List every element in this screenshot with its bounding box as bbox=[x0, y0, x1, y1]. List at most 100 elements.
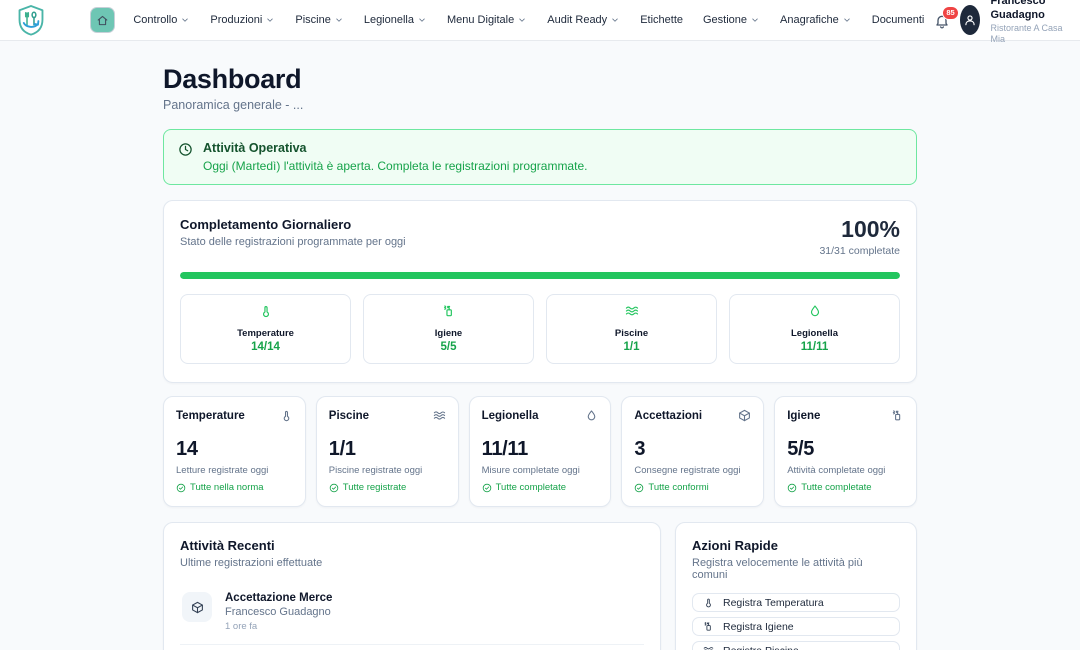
progress-fill bbox=[180, 272, 900, 279]
stat-caption: Attività completate oggi bbox=[787, 465, 904, 476]
stat-status: Tutte registrate bbox=[329, 482, 446, 493]
package-icon bbox=[738, 409, 751, 422]
home-button[interactable] bbox=[90, 7, 115, 33]
nav-item-produzioni[interactable]: Produzioni bbox=[200, 14, 285, 26]
completion-cell-label: Piscine bbox=[553, 328, 710, 339]
stat-status-label: Tutte conformi bbox=[648, 482, 708, 493]
stat-status: Tutte conformi bbox=[634, 482, 751, 493]
stat-header: Legionella bbox=[482, 409, 599, 422]
stat-value: 3 bbox=[634, 438, 751, 461]
stat-caption: Consegne registrate oggi bbox=[634, 465, 751, 476]
activity-time: 1 ore fa bbox=[225, 621, 332, 632]
spray-bottle-icon bbox=[891, 409, 904, 422]
check-circle-icon bbox=[634, 483, 644, 493]
completion-grid: Temperature 14/14 Igiene 5/5 Piscine 1/1… bbox=[180, 294, 900, 364]
quick-action-registra-igiene[interactable]: Registra Igiene bbox=[692, 617, 900, 636]
chevron-down-icon bbox=[517, 15, 527, 25]
stat-title: Piscine bbox=[329, 410, 369, 422]
stat-card-legionella[interactable]: Legionella 11/11 Misure completate oggi … bbox=[469, 396, 612, 507]
activity-item[interactable]: Accettazione Merce Francesco Guadagno 1 … bbox=[180, 582, 644, 645]
stat-status: Tutte nella norma bbox=[176, 482, 293, 493]
stat-title: Igiene bbox=[787, 410, 820, 422]
nav-item-label: Controllo bbox=[133, 14, 177, 26]
thermometer-icon bbox=[280, 409, 293, 422]
nav-item-menu-digitale[interactable]: Menu Digitale bbox=[437, 14, 537, 26]
nav-item-label: Menu Digitale bbox=[447, 14, 514, 26]
notifications-button[interactable]: 85 bbox=[934, 11, 950, 29]
check-circle-icon bbox=[482, 483, 492, 493]
stat-header: Piscine bbox=[329, 409, 446, 422]
check-circle-icon bbox=[787, 483, 797, 493]
user-organization: Ristorante A Casa Mia bbox=[990, 23, 1066, 46]
thermometer-icon bbox=[703, 597, 714, 608]
nav-item-legionella[interactable]: Legionella bbox=[354, 14, 437, 26]
quick-action-registra-temperatura[interactable]: Registra Temperatura bbox=[692, 593, 900, 612]
nav-item-piscine[interactable]: Piscine bbox=[285, 14, 353, 26]
nav-item-documenti[interactable]: Documenti bbox=[862, 14, 935, 26]
nav-item-etichette[interactable]: Etichette bbox=[630, 14, 693, 26]
nav-item-gestione[interactable]: Gestione bbox=[693, 14, 770, 26]
home-icon bbox=[96, 14, 109, 27]
page-title: Dashboard bbox=[163, 64, 917, 95]
droplet-icon bbox=[808, 304, 822, 318]
stat-status-label: Tutte nella norma bbox=[190, 482, 264, 493]
stat-title: Temperature bbox=[176, 410, 245, 422]
completion-cell-label: Temperature bbox=[187, 328, 344, 339]
alert-text: Attività Operativa Oggi (Martedì) l'atti… bbox=[203, 141, 587, 173]
quick-action-label: Registra Piscina bbox=[723, 645, 799, 650]
completion-header: Completamento Giornaliero Stato delle re… bbox=[180, 217, 900, 257]
stat-status: Tutte completate bbox=[787, 482, 904, 493]
completion-cell-value: 5/5 bbox=[370, 341, 527, 353]
page-subtitle: Panoramica generale - ... bbox=[163, 98, 917, 112]
stat-card-piscine[interactable]: Piscine 1/1 Piscine registrate oggi Tutt… bbox=[316, 396, 459, 507]
activity-item[interactable]: Registrazione Temperatura Francesco Guad… bbox=[180, 645, 644, 650]
recent-activity-subtitle: Ultime registrazioni effettuate bbox=[180, 557, 644, 569]
stat-status-label: Tutte completate bbox=[496, 482, 566, 493]
alert-message: Oggi (Martedì) l'attività è aperta. Comp… bbox=[203, 159, 587, 173]
completion-percent: 100% bbox=[819, 217, 900, 242]
nav-item-controllo[interactable]: Controllo bbox=[123, 14, 200, 26]
nav-item-label: Piscine bbox=[295, 14, 330, 26]
chevron-down-icon bbox=[417, 15, 427, 25]
completion-cell-legionella[interactable]: Legionella 11/11 bbox=[729, 294, 900, 364]
operational-alert: Attività Operativa Oggi (Martedì) l'atti… bbox=[163, 129, 917, 185]
completion-subtitle: Stato delle registrazioni programmate pe… bbox=[180, 236, 406, 248]
user-info[interactable]: Francesco Guadagno Ristorante A Casa Mia bbox=[990, 0, 1066, 45]
clock-icon bbox=[178, 142, 193, 157]
stat-header: Igiene bbox=[787, 409, 904, 422]
activity-icon-box bbox=[182, 592, 212, 622]
thermometer-icon bbox=[259, 304, 273, 318]
stat-header: Accettazioni bbox=[634, 409, 751, 422]
nav-item-anagrafiche[interactable]: Anagrafiche bbox=[770, 14, 862, 26]
alert-title: Attività Operativa bbox=[203, 141, 587, 155]
quick-action-registra-piscina[interactable]: Registra Piscina bbox=[692, 641, 900, 650]
shield-utensils-icon bbox=[14, 3, 48, 37]
activity-text: Accettazione Merce Francesco Guadagno 1 … bbox=[225, 592, 332, 632]
bottom-row: Attività Recenti Ultime registrazioni ef… bbox=[163, 522, 917, 650]
waves-icon bbox=[703, 645, 714, 650]
nav-item-label: Produzioni bbox=[210, 14, 262, 26]
nav-item-audit-ready[interactable]: Audit Ready bbox=[537, 14, 630, 26]
nav-menu: Controllo Produzioni Piscine Legionella … bbox=[123, 14, 934, 26]
chevron-down-icon bbox=[610, 15, 620, 25]
completion-header-right: 100% 31/31 completate bbox=[819, 217, 900, 257]
person-icon bbox=[963, 13, 977, 27]
stat-card-temperature[interactable]: Temperature 14 Letture registrate oggi T… bbox=[163, 396, 306, 507]
nav-item-label: Anagrafiche bbox=[780, 14, 839, 26]
completion-cell-value: 1/1 bbox=[553, 341, 710, 353]
quick-actions-title: Azioni Rapide bbox=[692, 538, 900, 553]
nav-item-label: Gestione bbox=[703, 14, 747, 26]
completion-cell-temperature[interactable]: Temperature 14/14 bbox=[180, 294, 351, 364]
stat-card-accettazioni[interactable]: Accettazioni 3 Consegne registrate oggi … bbox=[621, 396, 764, 507]
stat-card-igiene[interactable]: Igiene 5/5 Attività completate oggi Tutt… bbox=[774, 396, 917, 507]
user-avatar[interactable] bbox=[960, 5, 980, 35]
completion-cell-igiene[interactable]: Igiene 5/5 bbox=[363, 294, 534, 364]
completion-cell-label: Igiene bbox=[370, 328, 527, 339]
notification-badge: 85 bbox=[942, 6, 958, 20]
chevron-down-icon bbox=[180, 15, 190, 25]
completion-header-left: Completamento Giornaliero Stato delle re… bbox=[180, 217, 406, 248]
recent-activity-title: Attività Recenti bbox=[180, 538, 644, 553]
stat-title: Accettazioni bbox=[634, 410, 702, 422]
stat-value: 1/1 bbox=[329, 438, 446, 461]
completion-cell-piscine[interactable]: Piscine 1/1 bbox=[546, 294, 717, 364]
